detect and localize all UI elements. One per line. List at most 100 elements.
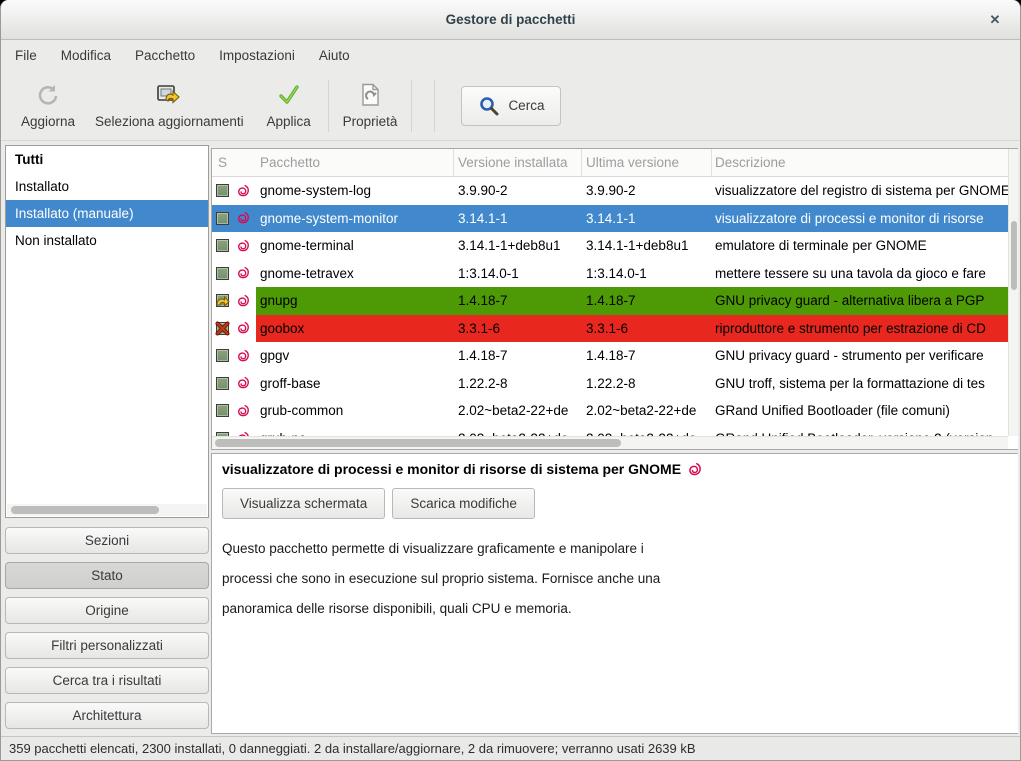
package-table: S Pacchetto Versione installata Ultima v… — [211, 148, 1018, 450]
debian-swirl-icon — [234, 397, 256, 425]
remove-status-icon — [216, 322, 229, 335]
column-header-latest-version[interactable]: Ultima versione — [582, 149, 712, 176]
details-title: visualizzatore di processi e monitor di … — [222, 461, 681, 477]
table-hscrollbar-thumb[interactable] — [215, 439, 621, 447]
mark-all-upgrades-button[interactable]: Seleziona aggiornamenti — [85, 78, 254, 133]
origin-button[interactable]: Origine — [5, 597, 209, 624]
status-button[interactable]: Stato — [5, 562, 209, 589]
package-description: GNU privacy guard - strumento per verifi… — [712, 342, 1008, 370]
table-body: gnome-system-log 3.9.90-2 3.9.90-2 visua… — [212, 177, 1008, 436]
table-row[interactable]: gpgv 1.4.18-7 1.4.18-7 GNU privacy guard… — [212, 342, 1008, 370]
reload-button[interactable]: Aggiorna — [11, 78, 85, 133]
filter-list: Tutti Installato Installato (manuale) No… — [5, 145, 209, 518]
installed-version: 3.9.90-2 — [454, 177, 582, 205]
debian-swirl-icon — [234, 342, 256, 370]
debian-swirl-icon — [234, 287, 256, 315]
titlebar[interactable]: Gestore di pacchetti ✕ — [1, 0, 1020, 40]
package-name: grub-common — [256, 397, 454, 425]
get-screenshot-button[interactable]: Visualizza schermata — [222, 488, 385, 519]
close-icon[interactable]: ✕ — [986, 11, 1004, 29]
mark-upgrades-icon — [155, 82, 183, 108]
installed-version: 2.02~beta2-22+de — [454, 425, 582, 437]
menu-pacchetto[interactable]: Pacchetto — [123, 42, 207, 69]
package-description: visualizzatore del registro di sistema p… — [712, 177, 1008, 205]
column-header-status[interactable]: S — [212, 149, 234, 176]
package-name: gpgv — [256, 342, 454, 370]
latest-version: 3.9.90-2 — [582, 177, 712, 205]
package-description: emulatore di terminale per GNOME — [712, 232, 1008, 260]
get-changelog-button[interactable]: Scarica modifiche — [392, 488, 535, 519]
menu-modifica[interactable]: Modifica — [49, 42, 123, 69]
table-row-marked-remove[interactable]: goobox 3.3.1-6 3.3.1-6 riproduttore e st… — [212, 315, 1008, 343]
package-description: mettere tessere su una tavola da gioco e… — [712, 260, 1008, 288]
statusbar: 359 pacchetti elencati, 2300 installati,… — [1, 736, 1020, 760]
latest-version: 3.14.1-1+deb8u1 — [582, 232, 712, 260]
apply-button[interactable]: Applica — [254, 78, 324, 133]
debian-swirl-icon — [234, 177, 256, 205]
menu-file[interactable]: File — [3, 42, 49, 69]
filter-list-hscrollbar — [7, 504, 207, 516]
package-name: gnome-terminal — [256, 232, 454, 260]
latest-version: 1:3.14.0-1 — [582, 260, 712, 288]
debian-swirl-icon — [234, 370, 256, 398]
statusbar-text: 359 pacchetti elencati, 2300 installati,… — [9, 741, 696, 756]
details-description: Questo pacchetto permette di visualizzar… — [222, 534, 998, 624]
table-row-selected[interactable]: gnome-system-monitor 3.14.1-1 3.14.1-1 v… — [212, 205, 1008, 233]
synaptic-window: Gestore di pacchetti ✕ File Modifica Pac… — [0, 0, 1021, 761]
search-label: Cerca — [508, 98, 544, 113]
debian-swirl-icon — [687, 462, 702, 477]
debian-swirl-icon — [234, 425, 256, 437]
table-row[interactable]: grub-pc 2.02~beta2-22+de 2.02~beta2-22+d… — [212, 425, 1008, 437]
package-description: riproduttore e strumento per estrazione … — [712, 315, 1008, 343]
table-row[interactable]: grub-common 2.02~beta2-22+de 2.02~beta2-… — [212, 397, 1008, 425]
filter-item-installato-manuale[interactable]: Installato (manuale) — [6, 200, 208, 227]
apply-check-icon — [276, 82, 302, 108]
latest-version: 3.14.1-1 — [582, 205, 712, 233]
installed-status-icon — [216, 267, 229, 280]
table-row[interactable]: gnome-terminal 3.14.1-1+deb8u1 3.14.1-1+… — [212, 232, 1008, 260]
properties-button[interactable]: Proprietà — [333, 78, 408, 133]
installed-version: 1.22.2-8 — [454, 370, 582, 398]
menu-impostazioni[interactable]: Impostazioni — [207, 42, 307, 69]
search-results-button[interactable]: Cerca tra i risultati — [5, 667, 209, 694]
debian-swirl-icon — [234, 260, 256, 288]
properties-label: Proprietà — [343, 114, 398, 129]
table-row[interactable]: groff-base 1.22.2-8 1.22.2-8 GNU troff, … — [212, 370, 1008, 398]
package-description: GRand Unified Bootloader, versione 2 (ve… — [712, 425, 1008, 437]
filter-list-hscrollbar-thumb[interactable] — [11, 506, 159, 514]
installed-status-icon — [216, 377, 229, 390]
latest-version: 1.4.18-7 — [582, 342, 712, 370]
installed-version: 2.02~beta2-22+de — [454, 397, 582, 425]
custom-filters-button[interactable]: Filtri personalizzati — [5, 632, 209, 659]
column-header-description[interactable]: Descrizione — [712, 149, 1008, 176]
toolbar-separator — [434, 80, 435, 132]
architecture-button[interactable]: Architettura — [5, 702, 209, 729]
package-name: gnome-tetravex — [256, 260, 454, 288]
menu-aiuto[interactable]: Aiuto — [307, 42, 362, 69]
search-icon — [478, 95, 500, 117]
menubar: File Modifica Pacchetto Impostazioni Aiu… — [1, 40, 1020, 71]
toolbar-separator — [328, 80, 329, 132]
column-header-supported[interactable] — [234, 149, 256, 176]
table-row[interactable]: gnome-tetravex 1:3.14.0-1 1:3.14.0-1 met… — [212, 260, 1008, 288]
package-name: gnupg — [256, 287, 454, 315]
filter-item-installato[interactable]: Installato — [6, 173, 208, 200]
debian-swirl-icon — [234, 232, 256, 260]
package-description: GRand Unified Bootloader (file comuni) — [712, 397, 1008, 425]
table-vscrollbar-thumb[interactable] — [1011, 221, 1017, 290]
column-header-installed-version[interactable]: Versione installata — [454, 149, 582, 176]
search-button[interactable]: Cerca — [461, 86, 561, 126]
refresh-icon — [35, 82, 61, 108]
package-description: GNU privacy guard - alternativa libera a… — [712, 287, 1008, 315]
sections-button[interactable]: Sezioni — [5, 527, 209, 554]
filter-item-non-installato[interactable]: Non installato — [6, 227, 208, 254]
package-name: gnome-system-monitor — [256, 205, 454, 233]
filter-item-tutti[interactable]: Tutti — [6, 146, 208, 173]
details-description-line: panoramica delle risorse disponibili, qu… — [222, 594, 998, 624]
table-row[interactable]: gnome-system-log 3.9.90-2 3.9.90-2 visua… — [212, 177, 1008, 205]
column-header-package[interactable]: Pacchetto — [256, 149, 454, 176]
table-row-marked-reinstall[interactable]: gnupg 1.4.18-7 1.4.18-7 GNU privacy guar… — [212, 287, 1008, 315]
toolbar-separator — [411, 80, 412, 132]
installed-status-icon — [216, 184, 229, 197]
package-name: goobox — [256, 315, 454, 343]
